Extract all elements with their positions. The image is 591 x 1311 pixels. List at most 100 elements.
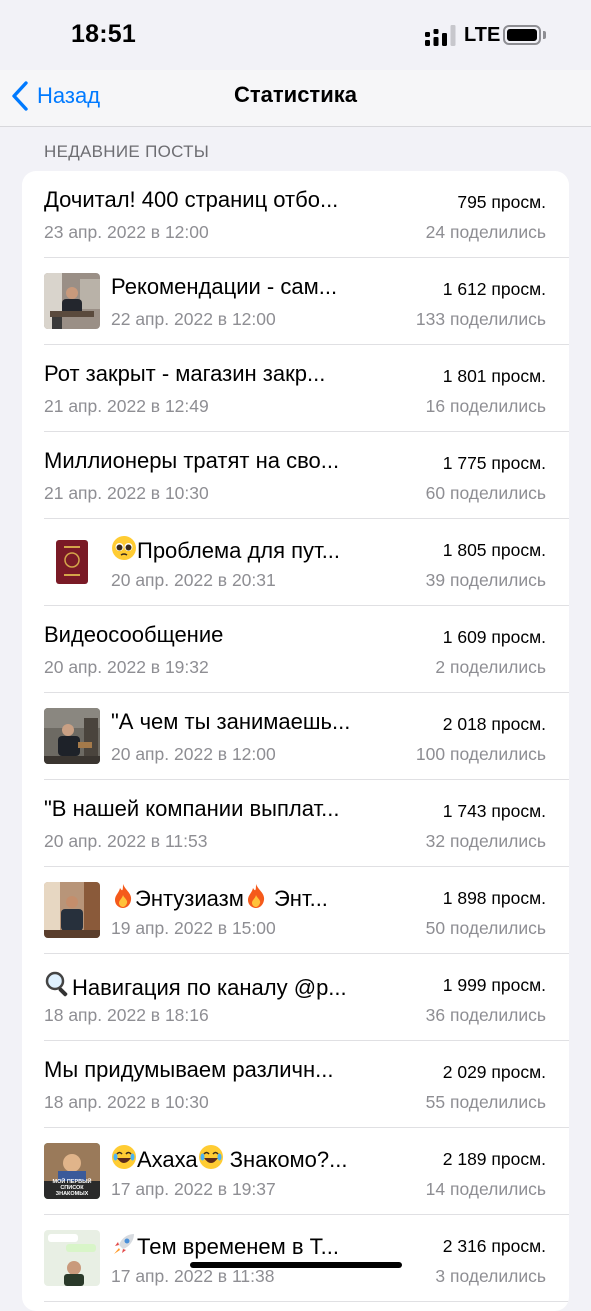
post-thumbnail — [44, 882, 100, 938]
post-date: 18 апр. 2022 в 18:16 — [44, 1005, 209, 1025]
post-views: 2 018 просм. — [442, 714, 546, 734]
post-shares: 39 поделились — [425, 570, 546, 590]
post-thumbnail — [44, 1230, 100, 1286]
post-shares: 50 поделились — [425, 918, 546, 938]
post-date: 17 апр. 2022 в 19:37 — [111, 1179, 276, 1199]
post-title-text: "А чем ты занимаешь... — [111, 709, 351, 734]
post-title: Видеосообщение — [44, 622, 223, 648]
rocket-icon — [111, 1231, 137, 1263]
battery-icon — [503, 25, 541, 45]
post-row[interactable]: Мы придумываем различн... 18 апр. 2022 в … — [22, 1041, 569, 1128]
post-views: 1 801 просм. — [442, 366, 546, 386]
post-row[interactable]: Дочитал! 400 страниц отбо... 23 апр. 2022… — [22, 171, 569, 258]
post-row[interactable]: Миллионеры тратят на сво... 21 апр. 2022 … — [22, 432, 569, 519]
post-date: 23 апр. 2022 в 12:00 — [44, 222, 209, 242]
post-shares: 2 поделились — [435, 657, 546, 677]
post-shares: 60 поделились — [425, 483, 546, 503]
navigation-bar: Назад Статистика — [0, 70, 591, 127]
post-views: 2 316 просм. — [442, 1236, 546, 1256]
post-views: 1 612 просм. — [442, 279, 546, 299]
post-title-text: Мы придумываем различн... — [44, 1057, 334, 1082]
post-views: 1 805 просм. — [442, 540, 546, 560]
laughing-face-icon — [198, 1144, 224, 1176]
post-title-text: Проблема для пут... — [137, 538, 341, 563]
post-row[interactable]: "А чем ты занимаешь... 20 апр. 2022 в 12:… — [22, 693, 569, 780]
post-title: Тем временем в Т... — [111, 1231, 339, 1263]
page-title: Статистика — [234, 82, 357, 107]
post-row[interactable]: Тем временем в Т... 17 апр. 2022 в 11:38 2… — [22, 1215, 569, 1302]
post-title: Дочитал! 400 страниц отбо... — [44, 187, 338, 213]
post-thumbnail — [44, 273, 100, 329]
fire-icon — [111, 883, 135, 915]
post-row[interactable]: Проблема для пут... 20 апр. 2022 в 20:31 1… — [22, 519, 569, 606]
post-title: Миллионеры тратят на сво... — [44, 448, 339, 474]
post-shares: 55 поделились — [425, 1092, 546, 1112]
post-title-text: Рекомендации - сам... — [111, 274, 338, 299]
post-title-suffix: Знакомо?... — [223, 1147, 348, 1172]
post-title: Навигация по каналу @р... — [44, 970, 347, 1004]
post-row[interactable]: Энтузиазм Энт... 19 апр. 2022 в 15:00 1 89… — [22, 867, 569, 954]
laughing-face-icon — [111, 1144, 137, 1176]
section-header: НЕДАВНИЕ ПОСТЫ — [44, 142, 210, 161]
post-title-text: Миллионеры тратят на сво... — [44, 448, 340, 473]
post-views: 1 999 просм. — [442, 975, 546, 995]
cellular-signal-icon — [425, 25, 456, 46]
post-title: "В нашей компании выплат... — [44, 796, 339, 822]
post-date: 18 апр. 2022 в 10:30 — [44, 1092, 209, 1112]
battery-cap — [543, 31, 546, 39]
post-title: Рекомендации - сам... — [111, 274, 337, 300]
post-date: 21 апр. 2022 в 12:49 — [44, 396, 209, 416]
post-shares: 16 поделились — [425, 396, 546, 416]
post-shares: 133 поделились — [415, 309, 546, 329]
network-type: LTE — [464, 24, 501, 46]
post-date: 22 апр. 2022 в 12:00 — [111, 309, 276, 329]
post-row[interactable]: Рекомендации - сам... 22 апр. 2022 в 12:0… — [22, 258, 569, 345]
post-date: 21 апр. 2022 в 10:30 — [44, 483, 209, 503]
post-title: Ахаха Знакомо?... — [111, 1144, 347, 1176]
post-title-text: Рот закрыт - магазин закр... — [44, 361, 326, 386]
post-date: 20 апр. 2022 в 19:32 — [44, 657, 209, 677]
post-row[interactable]: "В нашей компании выплат... 20 апр. 2022 … — [22, 780, 569, 867]
post-date: 17 апр. 2022 в 11:38 — [111, 1266, 275, 1286]
post-thumbnail — [44, 534, 100, 590]
status-bar: 18:51 LTE — [0, 0, 591, 70]
post-title-text: Энтузиазм — [135, 886, 244, 911]
post-views: 1 898 просм. — [442, 888, 546, 908]
post-shares: 3 поделились — [435, 1266, 546, 1286]
post-views: 2 189 просм. — [442, 1149, 546, 1169]
post-row[interactable]: Рот закрыт - магазин закр... 21 апр. 2022… — [22, 345, 569, 432]
thumbnail-caption: МОЙ ПЕРВЫЙ СПИСОК ЗНАКОМЫХ — [52, 1179, 92, 1197]
post-shares: 36 поделились — [425, 1005, 546, 1025]
post-title: "А чем ты занимаешь... — [111, 709, 350, 735]
post-shares: 32 поделились — [425, 831, 546, 851]
fire-icon — [244, 883, 268, 915]
pleading-face-icon — [111, 535, 137, 567]
post-title-text: Навигация по каналу @р... — [72, 975, 347, 1000]
post-views: 1 775 просм. — [442, 453, 546, 473]
post-shares: 100 поделились — [415, 744, 546, 764]
post-title: Энтузиазм Энт... — [111, 883, 328, 915]
post-views: 795 просм. — [457, 192, 546, 212]
post-date: 20 апр. 2022 в 12:00 — [111, 744, 276, 764]
post-date: 19 апр. 2022 в 15:00 — [111, 918, 276, 938]
home-indicator[interactable] — [190, 1262, 402, 1268]
post-views: 1 609 просм. — [442, 627, 546, 647]
post-thumbnail: МОЙ ПЕРВЫЙ СПИСОК ЗНАКОМЫХ — [44, 1143, 100, 1199]
row-divider — [44, 1301, 569, 1302]
post-row[interactable]: МОЙ ПЕРВЫЙ СПИСОК ЗНАКОМЫХ Ахаха Знакомо?… — [22, 1128, 569, 1215]
magnifier-icon — [44, 970, 72, 1004]
post-date: 20 апр. 2022 в 20:31 — [111, 570, 276, 590]
status-time: 18:51 — [71, 20, 136, 48]
post-shares: 24 поделились — [425, 222, 546, 242]
post-title-suffix: Энт... — [267, 886, 328, 911]
post-shares: 14 поделились — [425, 1179, 546, 1199]
post-views: 2 029 просм. — [442, 1062, 546, 1082]
post-title-text: "В нашей компании выплат... — [44, 796, 340, 821]
post-row[interactable]: Навигация по каналу @р... 18 апр. 2022 в … — [22, 954, 569, 1041]
post-date: 20 апр. 2022 в 11:53 — [44, 831, 208, 851]
post-title: Мы придумываем различн... — [44, 1057, 334, 1083]
post-title: Проблема для пут... — [111, 535, 340, 567]
posts-list: Дочитал! 400 страниц отбо... 23 апр. 2022… — [22, 171, 569, 1311]
post-title-text: Ахаха — [137, 1147, 198, 1172]
post-row[interactable]: Видеосообщение 20 апр. 2022 в 19:32 1 609 … — [22, 606, 569, 693]
